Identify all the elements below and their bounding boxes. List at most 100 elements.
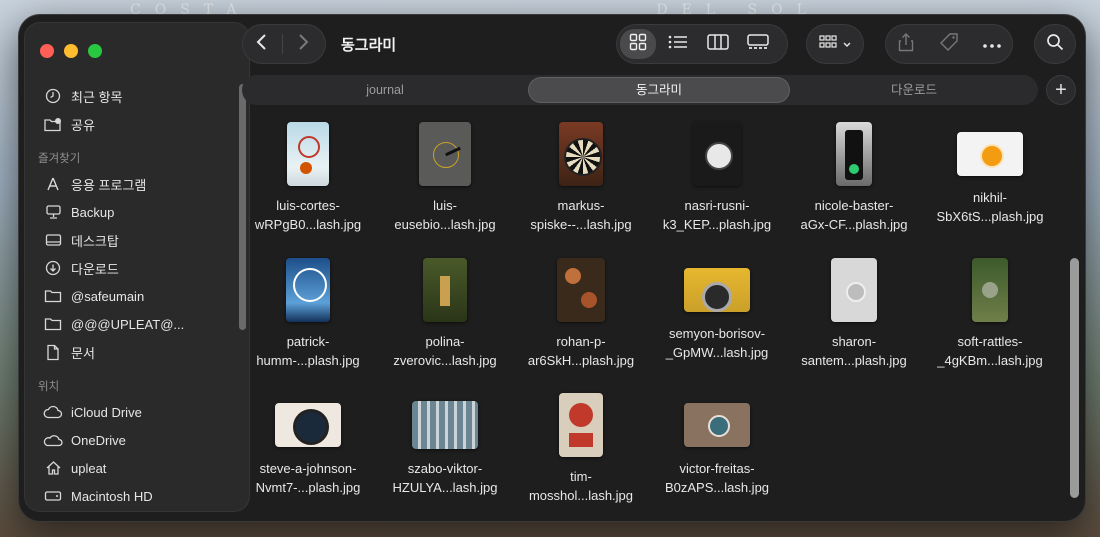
sidebar-item-shared[interactable]: 공유 <box>36 110 232 138</box>
forward-button[interactable] <box>283 24 323 64</box>
file-name-line: spiske--...lash.jpg <box>530 217 632 232</box>
sidebar-item-onedrive[interactable]: OneDrive <box>36 426 232 454</box>
sidebar-item-label: @@@UPLEAT@... <box>71 316 185 332</box>
sidebar-item-upleat[interactable]: @@@UPLEAT@... <box>36 310 232 338</box>
file-item[interactable]: soft-rattles- _4gKBm...lash.jpg <box>922 254 1058 370</box>
file-name: nicole-baster-aGx-CF...plash.jpg <box>786 196 922 234</box>
onedrive-icon <box>42 431 64 449</box>
file-item[interactable]: szabo-viktor- HZULYA...lash.jpg <box>377 389 513 497</box>
sidebar-item-label: 다운로드 <box>71 261 119 277</box>
file-item[interactable]: polina-zverovic...lash.jpg <box>377 254 513 370</box>
sidebar-item-macintosh-hd[interactable]: Macintosh HD <box>36 482 232 510</box>
file-item[interactable]: nasri-rusni-k3_KEP...plash.jpg <box>649 118 785 234</box>
file-name-line: luis- <box>433 198 457 213</box>
file-name-line: HZULYA...lash.jpg <box>392 480 498 495</box>
sidebar-item-label: iCloud Drive <box>71 404 142 420</box>
file-name-line: patrick- <box>286 334 330 349</box>
minimize-window-button[interactable] <box>64 44 78 58</box>
file-thumbnail <box>286 258 330 322</box>
tab-bar: journal 동그라미 다운로드 <box>242 75 1038 105</box>
file-name: semyon-borisov- _GpMW...lash.jpg <box>649 324 785 362</box>
new-tab-button[interactable]: + <box>1046 75 1076 105</box>
tab-downloads[interactable]: 다운로드 <box>790 75 1038 105</box>
download-icon <box>42 259 64 277</box>
file-item[interactable]: nicole-baster-aGx-CF...plash.jpg <box>786 118 922 234</box>
zoom-window-button[interactable] <box>88 44 102 58</box>
file-name-line: rohan-p- <box>556 334 606 349</box>
close-window-button[interactable] <box>40 44 54 58</box>
sidebar-item-icloud[interactable]: iCloud Drive <box>36 398 232 426</box>
sidebar-item-label: 응용 프로그램 <box>71 177 147 193</box>
shared-folder-icon <box>42 115 64 133</box>
tag-icon <box>939 32 959 57</box>
file-name: soft-rattles- _4gKBm...lash.jpg <box>922 332 1058 370</box>
file-name: luis-eusebio...lash.jpg <box>377 196 513 234</box>
back-button[interactable] <box>242 24 282 64</box>
sidebar-item-applications[interactable]: 응용 프로그램 <box>36 170 232 198</box>
sidebar-item-backup[interactable]: Backup <box>36 198 232 226</box>
share-icon <box>898 32 914 57</box>
file-thumbnail <box>957 132 1023 176</box>
share-button[interactable] <box>886 24 926 64</box>
file-name: szabo-viktor- HZULYA...lash.jpg <box>377 459 513 497</box>
file-item[interactable]: victor-freitas- B0zAPS...lash.jpg <box>649 389 785 497</box>
file-item[interactable]: semyon-borisov- _GpMW...lash.jpg <box>649 254 785 362</box>
file-item[interactable]: nikhil- SbX6tS...plash.jpg <box>922 118 1058 226</box>
plus-icon: + <box>1055 78 1067 101</box>
file-item[interactable]: steve-a-johnson- Nvmt7-...plash.jpg <box>240 389 376 497</box>
sidebar-item-recents[interactable]: 최근 항목 <box>36 82 232 110</box>
file-item[interactable]: rohan-p-ar6SkH...plash.jpg <box>513 254 649 370</box>
gallery-view-button[interactable] <box>738 24 778 64</box>
file-name-line: mosshol...lash.jpg <box>528 488 634 503</box>
file-thumbnail <box>557 258 605 322</box>
sidebar: 최근 항목 공유 즐겨찾기 응용 프로그램 Backup 데스크탑 다운로드 @… <box>24 22 250 512</box>
file-thumbnail <box>559 393 603 457</box>
sidebar-item-label: 공유 <box>71 117 95 133</box>
file-item[interactable]: luis-cortes-wRPgB0...lash.jpg <box>240 118 376 234</box>
file-name-line: szabo-viktor- <box>407 461 483 476</box>
file-item[interactable]: tim-mosshol...lash.jpg <box>513 389 649 505</box>
view-mode-selector <box>616 24 788 64</box>
column-view-button[interactable] <box>698 24 738 64</box>
search-icon <box>1046 33 1064 56</box>
more-button[interactable] <box>972 24 1012 64</box>
file-name-line: semyon-borisov- <box>668 326 766 341</box>
sidebar-item-safeumain[interactable]: @safeumain <box>36 282 232 310</box>
file-name: patrick-humm-...plash.jpg <box>240 332 376 370</box>
file-name: steve-a-johnson- Nvmt7-...plash.jpg <box>240 459 376 497</box>
list-view-button[interactable] <box>658 24 698 64</box>
harddisk-icon <box>42 487 64 505</box>
clock-icon <box>42 87 64 105</box>
file-name-line: steve-a-johnson- <box>259 461 357 476</box>
file-item[interactable]: markus-spiske--...lash.jpg <box>513 118 649 234</box>
sidebar-item-label: 문서 <box>71 345 95 361</box>
file-thumbnail <box>684 268 750 312</box>
list-icon <box>668 35 688 54</box>
sidebar-item-downloads[interactable]: 다운로드 <box>36 254 232 282</box>
sidebar-item-home[interactable]: upleat <box>36 454 232 482</box>
file-thumbnail <box>684 403 750 447</box>
file-item[interactable]: sharon-santem...plash.jpg <box>786 254 922 370</box>
grid-icon <box>629 33 647 56</box>
sidebar-item-label: OneDrive <box>71 432 126 448</box>
sidebar-item-documents[interactable]: 문서 <box>36 338 232 366</box>
tab-dong-gra-mi[interactable]: 동그라미 <box>528 77 790 103</box>
content-scrollbar[interactable] <box>1070 258 1079 498</box>
file-thumbnail <box>559 122 603 186</box>
favorites-header: 즐겨찾기 <box>38 153 81 165</box>
tab-journal[interactable]: journal <box>242 75 528 105</box>
sidebar-item-desktop[interactable]: 데스크탑 <box>36 226 232 254</box>
file-thumbnail <box>423 258 467 322</box>
sidebar-item-label: upleat <box>71 460 107 476</box>
file-item[interactable]: patrick-humm-...plash.jpg <box>240 254 376 370</box>
group-by-button[interactable] <box>806 24 864 64</box>
icon-view-button[interactable] <box>620 29 656 59</box>
file-thumbnail <box>419 122 471 186</box>
file-name-line: _GpMW...lash.jpg <box>665 345 769 360</box>
tag-button[interactable] <box>929 24 969 64</box>
file-name: rohan-p-ar6SkH...plash.jpg <box>513 332 649 370</box>
file-item[interactable]: luis-eusebio...lash.jpg <box>377 118 513 234</box>
search-button[interactable] <box>1034 24 1076 64</box>
chevron-left-icon <box>256 33 268 56</box>
file-name: tim-mosshol...lash.jpg <box>513 467 649 505</box>
